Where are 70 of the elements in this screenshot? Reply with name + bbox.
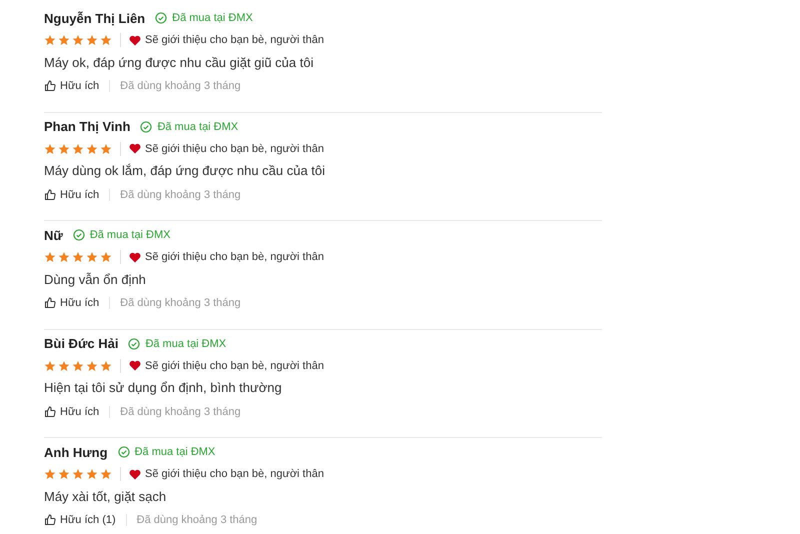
star-icon: [86, 360, 98, 372]
helpful-button[interactable]: Hữu ích (1): [44, 514, 127, 526]
check-circle-icon: [155, 12, 168, 24]
star-icon: [100, 142, 112, 154]
check-circle-icon: [118, 446, 130, 458]
heart-icon: [129, 34, 141, 46]
star-icon: [86, 468, 98, 480]
star-icon: [44, 251, 56, 263]
recommend-text: Sẽ giới thiệu cho bạn bè, người thân: [145, 360, 324, 372]
recommend-text: Sẽ giới thiệu cho bạn bè, người thân: [145, 34, 324, 46]
helpful-button[interactable]: Hữu ích: [44, 188, 110, 200]
heart-icon: [129, 468, 141, 480]
star-icon: [86, 251, 98, 263]
reviewer-name: Phan Thị Vinh: [44, 119, 130, 134]
heart-icon: [129, 143, 141, 154]
purchase-label: Đã mua tại ĐMX: [157, 120, 238, 132]
reviewer-name: Nguyễn Thị Liên: [44, 10, 146, 26]
star-icon: [100, 251, 112, 263]
review-text: Hiện tại tôi sử dụng ổn định, bình thường: [44, 380, 282, 395]
star-icon: [100, 468, 112, 480]
thumbs-up-icon: [44, 188, 56, 200]
star-icon: [58, 251, 70, 263]
purchase-label: Đã mua tại ĐMX: [145, 338, 226, 350]
check-circle-icon: [128, 338, 140, 350]
usage-duration: Đã dùng khoảng 3 tháng: [120, 80, 241, 92]
review-text: Dùng vẫn ổn định: [44, 272, 146, 286]
usage-duration: Đã dùng khoảng 3 tháng: [120, 406, 241, 418]
star-icon: [44, 360, 56, 372]
heart-icon: [129, 252, 141, 262]
star-icon: [72, 468, 84, 480]
star-icon: [72, 142, 84, 154]
star-icon: [72, 251, 84, 263]
star-icon: [100, 360, 112, 372]
star-icon: [86, 34, 98, 46]
helpful-button[interactable]: Hữu ích: [44, 80, 110, 92]
star-icon: [44, 468, 56, 480]
review-text: Máy dùng ok lắm, đáp ứng được nhu cầu của tôi: [44, 163, 326, 178]
usage-duration: Đã dùng khoảng 3 tháng: [136, 514, 258, 526]
star-icon: [58, 360, 70, 372]
check-circle-icon: [140, 120, 152, 132]
purchase-label: Đã mua tại ĐMX: [172, 12, 253, 24]
star-icon: [100, 34, 112, 46]
thumbs-up-icon: [44, 514, 56, 526]
helpful-button[interactable]: Hữu ích: [44, 297, 110, 309]
star-icon: [44, 142, 56, 154]
star-icon: [86, 142, 98, 154]
star-icon: [44, 34, 56, 46]
star-icon: [58, 468, 70, 480]
check-circle-icon: [72, 229, 85, 241]
recommend-text: Sẽ giới thiệu cho bạn bè, người thân: [145, 142, 324, 154]
recommend-text: Sẽ giới thiệu cho bạn bè, người thân: [145, 251, 324, 263]
reviewer-name: Anh Hưng: [44, 444, 108, 460]
recommend-text: Sẽ giới thiệu cho bạn bè, người thân: [145, 468, 324, 480]
thumbs-up-icon: [44, 80, 56, 92]
thumbs-up-icon: [44, 297, 56, 309]
review-text: Máy xài tốt, giặt sạch: [44, 488, 166, 504]
star-icon: [72, 34, 84, 46]
review-text: Máy ok, đáp ứng được nhu cầu giặt giũ của tôi: [44, 54, 314, 70]
star-icon: [72, 360, 84, 372]
star-icon: [58, 34, 70, 46]
reviewer-name: Bùi Đức Hải: [44, 336, 118, 351]
purchase-label: Đã mua tại ĐMX: [90, 229, 171, 241]
usage-duration: Đã dùng khoảng 3 tháng: [120, 297, 241, 309]
star-icon: [58, 142, 70, 154]
helpful-button[interactable]: Hữu ích: [44, 406, 110, 418]
thumbs-up-icon: [44, 406, 56, 418]
usage-duration: Đã dùng khoảng 3 tháng: [120, 188, 241, 200]
reviewer-name: Nữ: [44, 228, 63, 242]
purchase-label: Đã mua tại ĐMX: [134, 446, 216, 458]
heart-icon: [129, 360, 141, 371]
